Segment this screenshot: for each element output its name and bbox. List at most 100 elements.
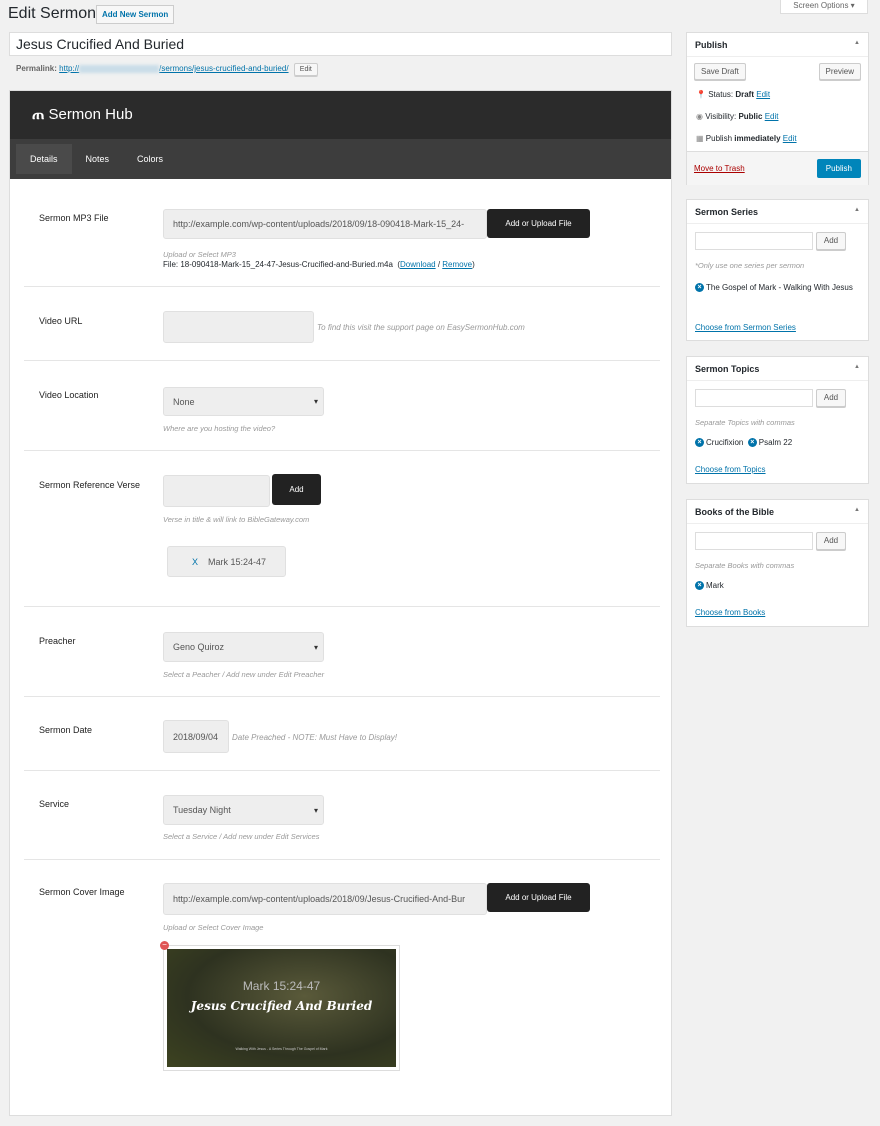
mp3-hint: Upload or Select MP3 <box>163 250 236 259</box>
cover-image-subtitle: Walking With Jesus - A Series Through Th… <box>235 1047 328 1051</box>
books-header[interactable]: Books of the Bible ▲ <box>687 500 868 524</box>
publish-actions: Move to Trash Publish <box>687 151 868 185</box>
blurred-domain <box>79 64 160 73</box>
remove-verse-icon[interactable]: X <box>192 557 198 567</box>
add-new-sermon-button[interactable]: Add New Sermon <box>96 5 175 24</box>
cover-row: Sermon Cover Image http://example.com/wp… <box>24 860 660 1100</box>
video-location-select[interactable]: None <box>163 387 324 416</box>
cover-image: Mark 15:24-47 Jesus Crucified And Buried… <box>167 949 396 1067</box>
book-tag-label: Mark <box>706 581 724 590</box>
permalink-path: /sermons/jesus-crucified-and-buried/ <box>159 64 289 73</box>
schedule-edit-link[interactable]: Edit <box>783 134 797 143</box>
verse-row: Sermon Reference Verse Add Verse in titl… <box>24 451 660 607</box>
collapse-icon[interactable]: ▲ <box>854 40 860 46</box>
tab-details[interactable]: Details <box>16 144 72 174</box>
cover-input[interactable]: http://example.com/wp-content/uploads/20… <box>163 883 487 915</box>
remove-tag-icon[interactable]: × <box>695 581 704 591</box>
topics-header[interactable]: Sermon Topics ▲ <box>687 357 868 381</box>
choose-books-link[interactable]: Choose from Books <box>695 608 765 617</box>
mp3-upload-button[interactable]: Add or Upload File <box>487 209 590 238</box>
sermon-series-box: Sermon Series ▲ Add *Only use one series … <box>686 199 869 341</box>
publish-when: immediately <box>734 134 781 143</box>
remove-link[interactable]: Remove <box>442 260 472 269</box>
calendar-icon: ▦ <box>696 134 704 143</box>
tab-notes[interactable]: Notes <box>72 144 124 174</box>
books-add-button[interactable]: Add <box>816 532 846 550</box>
tab-colors[interactable]: Colors <box>123 144 177 174</box>
permalink: Permalink: http:// /sermons/jesus-crucifi… <box>16 63 318 76</box>
series-title: Sermon Series <box>695 207 759 217</box>
video-location-hint: Where are you hosting the video? <box>163 424 276 433</box>
remove-image-icon[interactable]: − <box>160 941 169 950</box>
permalink-edit-button[interactable]: Edit <box>293 63 318 76</box>
remove-tag-icon[interactable]: × <box>695 283 704 293</box>
mp3-input[interactable]: http://example.com/wp-content/uploads/20… <box>163 209 487 239</box>
publish-title: Publish <box>695 40 728 50</box>
date-input[interactable]: 2018/09/04 <box>163 720 229 753</box>
publish-label: Publish <box>705 134 733 143</box>
topic-tags: × Crucifixion × Psalm 22 <box>695 438 792 448</box>
topics-input[interactable] <box>695 389 813 407</box>
series-header[interactable]: Sermon Series ▲ <box>687 200 868 224</box>
series-tag: × The Gospel of Mark - Walking With Jesus <box>695 280 860 295</box>
cover-label: Sermon Cover Image <box>39 887 125 897</box>
video-url-hint: To find this visit the support page on E… <box>317 323 525 332</box>
date-hint: Date Preached - NOTE: Must Have to Displ… <box>232 733 397 742</box>
download-link[interactable]: Download <box>400 260 436 269</box>
verse-tag-label: Mark 15:24-47 <box>208 556 267 567</box>
preacher-hint: Select a Peacher / Add new under Edit Pr… <box>163 670 325 679</box>
choose-topics-link[interactable]: Choose from Topics <box>695 465 766 474</box>
pin-icon: 📍 <box>696 90 706 99</box>
remove-tag-icon[interactable]: × <box>695 438 704 448</box>
screen-options-button[interactable]: Screen Options ▾ <box>780 0 868 14</box>
collapse-icon[interactable]: ▲ <box>854 207 860 213</box>
books-note: Separate Books with commas <box>695 561 795 570</box>
preacher-select[interactable]: Geno Quiroz <box>163 632 324 662</box>
status-value: Draft <box>735 90 755 99</box>
books-input[interactable] <box>695 532 813 550</box>
move-to-trash-link[interactable]: Move to Trash <box>694 164 745 173</box>
cover-image-ref: Mark 15:24-47 <box>242 979 321 993</box>
eye-icon: ◉ <box>696 112 703 121</box>
collapse-icon[interactable]: ▲ <box>854 364 860 370</box>
remove-tag-icon[interactable]: × <box>747 438 757 448</box>
title-input[interactable]: Jesus Crucified And Buried <box>9 32 672 56</box>
preview-button[interactable]: Preview <box>818 63 861 80</box>
choose-series-link[interactable]: Choose from Sermon Series <box>695 323 796 332</box>
collapse-icon[interactable]: ▲ <box>854 507 860 513</box>
file-label: File: <box>163 260 179 269</box>
preacher-row: Preacher Geno Quiroz Select a Peacher / … <box>24 607 660 697</box>
video-url-row: Video URL To find this visit the support… <box>24 287 660 361</box>
page-title: Edit Sermon <box>8 5 97 22</box>
topics-note: Separate Topics with commas <box>695 418 795 427</box>
cover-hint: Upload or Select Cover Image <box>163 923 264 932</box>
topic-tag-label: Crucifixion <box>706 438 744 447</box>
date-row: Sermon Date 2018/09/04 Date Preached - N… <box>24 697 660 771</box>
sermon-hub-panel: ጠ Sermon Hub Details Notes Colors Sermon … <box>9 90 672 1116</box>
topics-add-button[interactable]: Add <box>816 389 846 407</box>
mp3-label: Sermon MP3 File <box>39 213 109 223</box>
series-tag-label: The Gospel of Mark - Walking With Jesus <box>706 283 853 292</box>
verse-input[interactable] <box>163 475 270 507</box>
status-label: Status: <box>708 90 734 99</box>
visibility-edit-link[interactable]: Edit <box>765 112 779 121</box>
service-hint: Select a Service / Add new under Edit Se… <box>163 832 320 841</box>
mp3-row: Sermon MP3 File http://example.com/wp-co… <box>24 179 660 287</box>
publish-header[interactable]: Publish ▲ <box>687 33 868 57</box>
verse-label: Sermon Reference Verse <box>39 480 141 490</box>
cover-upload-button[interactable]: Add or Upload File <box>487 883 590 912</box>
video-url-input[interactable] <box>163 311 314 343</box>
preacher-label: Preacher <box>39 636 76 646</box>
status-edit-link[interactable]: Edit <box>756 90 770 99</box>
publish-button[interactable]: Publish <box>816 159 861 178</box>
video-location-label: Video Location <box>39 390 99 400</box>
series-add-button[interactable]: Add <box>816 232 846 250</box>
verse-tag: X Mark 15:24-47 <box>167 546 286 577</box>
verse-add-button[interactable]: Add <box>272 474 321 505</box>
save-draft-button[interactable]: Save Draft <box>694 63 746 80</box>
permalink-link[interactable]: http:// /sermons/jesus-crucified-and-buri… <box>59 64 288 73</box>
series-input[interactable] <box>695 232 813 250</box>
service-select[interactable]: Tuesday Night <box>163 795 324 825</box>
service-label: Service <box>39 799 70 809</box>
service-row: Service Tuesday Night Select a Service /… <box>24 771 660 860</box>
